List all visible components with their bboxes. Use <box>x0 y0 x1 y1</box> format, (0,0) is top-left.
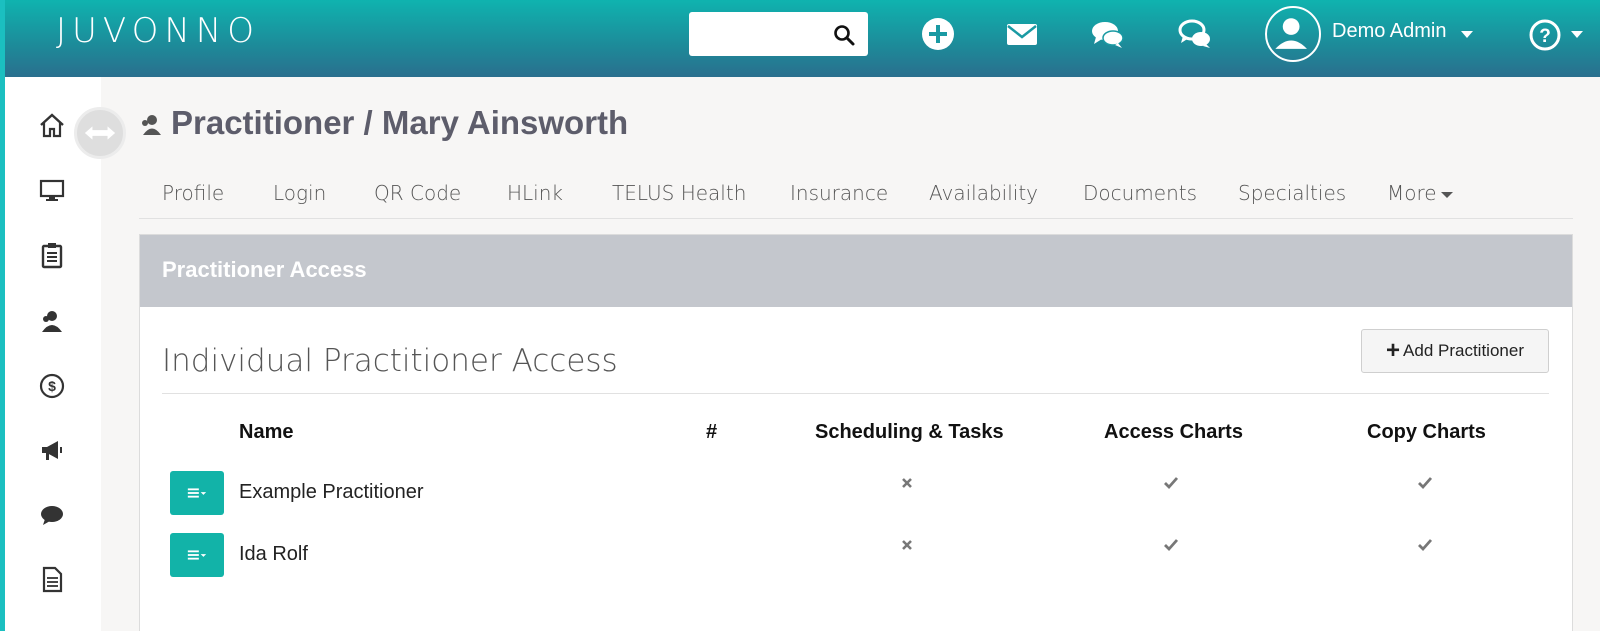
help-icon[interactable]: ? <box>1528 18 1562 52</box>
svg-text:?: ? <box>1539 26 1551 47</box>
tab-bar: Profile Login QR Code HLink TELUS Health… <box>139 172 1573 219</box>
clipboard-icon[interactable] <box>37 240 67 270</box>
add-practitioner-button[interactable]: + Add Practitioner <box>1361 329 1549 373</box>
page-title: Practitioner / Mary Ainsworth <box>171 104 629 141</box>
search-icon[interactable] <box>832 23 856 47</box>
chat-bubbles-icon[interactable] <box>1090 16 1126 52</box>
envelope-icon[interactable] <box>1004 16 1040 52</box>
chevron-down-icon[interactable] <box>1461 31 1473 38</box>
top-navigation-bar: JUVONNO Demo Admin ? <box>0 0 1600 77</box>
checkmark-icon <box>1417 537 1433 553</box>
panel-title: Practitioner Access <box>162 257 367 282</box>
users-icon[interactable] <box>37 306 67 336</box>
column-header-name: Name <box>239 421 294 443</box>
plus-circle-icon[interactable] <box>920 16 956 52</box>
checkmark-icon <box>1417 475 1433 491</box>
tab-login[interactable]: Login <box>273 181 326 205</box>
checkmark-icon <box>1163 475 1179 491</box>
tab-telus-health[interactable]: TELUS Health <box>612 181 746 205</box>
column-header-scheduling: Scheduling & Tasks <box>815 421 1004 443</box>
support-chat-icon[interactable] <box>1177 16 1213 52</box>
tab-availability[interactable]: Availability <box>929 181 1038 205</box>
menu-dropdown-icon <box>187 488 207 498</box>
practitioner-name: Ida Rolf <box>239 543 308 565</box>
left-accent-stripe <box>0 0 5 631</box>
user-avatar[interactable] <box>1265 6 1321 62</box>
megaphone-icon[interactable] <box>37 435 67 465</box>
dollar-icon[interactable]: $ <box>37 371 67 401</box>
column-header-number: # <box>706 421 718 443</box>
practitioner-name: Example Practitioner <box>239 481 424 503</box>
arrows-horizontal-icon <box>84 126 116 140</box>
tab-hlink[interactable]: HLink <box>507 181 563 205</box>
practitioner-icon <box>138 112 164 138</box>
column-header-access-charts: Access Charts <box>1104 421 1243 443</box>
checkmark-icon <box>1163 537 1179 553</box>
tab-qr-code[interactable]: QR Code <box>374 181 461 205</box>
section-title: Individual Practitioner Access <box>162 343 618 379</box>
home-icon[interactable] <box>37 110 67 140</box>
row-actions-button[interactable] <box>170 471 224 515</box>
plus-icon: + <box>1386 337 1401 364</box>
svg-text:$: $ <box>48 378 56 394</box>
tab-more[interactable]: More <box>1387 181 1453 205</box>
juvonno-logo[interactable]: JUVONNO <box>56 11 260 51</box>
monitor-icon[interactable] <box>37 175 67 205</box>
tab-documents[interactable]: Documents <box>1083 181 1197 205</box>
sidebar-toggle-button[interactable] <box>74 107 126 159</box>
document-icon[interactable] <box>37 564 67 594</box>
add-practitioner-label: Add Practitioner <box>1403 341 1524 360</box>
practitioner-access-panel: Practitioner Access Individual Practitio… <box>139 234 1573 631</box>
tab-profile[interactable]: Profile <box>162 181 224 205</box>
cross-icon <box>899 537 915 553</box>
user-name[interactable]: Demo Admin <box>1332 20 1447 43</box>
row-actions-button[interactable] <box>170 533 224 577</box>
divider <box>162 393 1549 394</box>
tab-insurance[interactable]: Insurance <box>790 181 888 205</box>
cross-icon <box>899 475 915 491</box>
tab-specialties[interactable]: Specialties <box>1238 181 1346 205</box>
menu-dropdown-icon <box>187 550 207 560</box>
panel-header: Practitioner Access <box>140 235 1572 307</box>
tab-more-label: More <box>1387 181 1437 205</box>
chevron-down-icon <box>1440 191 1453 198</box>
chat-icon[interactable] <box>37 500 67 530</box>
chevron-down-icon[interactable] <box>1571 31 1583 38</box>
column-header-copy-charts: Copy Charts <box>1367 421 1486 443</box>
sidebar: $ <box>5 77 101 631</box>
